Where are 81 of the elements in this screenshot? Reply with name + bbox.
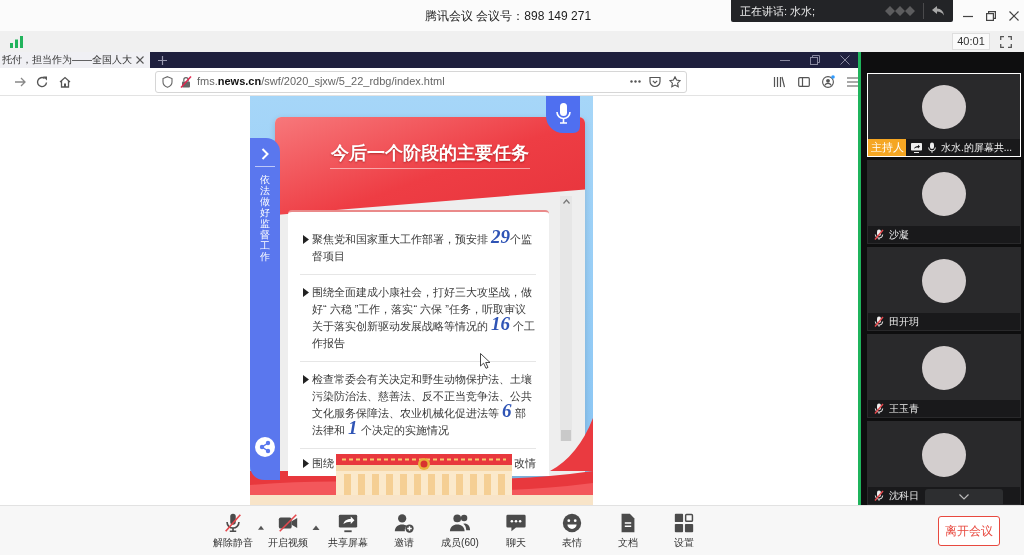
chevron-right-icon[interactable] xyxy=(261,148,269,160)
screen-share-icon xyxy=(337,512,359,534)
participant-tile[interactable]: 田开玥 xyxy=(867,247,1021,331)
pocket-icon[interactable] xyxy=(649,75,661,88)
unmute-button[interactable]: 解除静音 xyxy=(208,512,258,549)
lock-struck-icon[interactable] xyxy=(180,75,192,88)
invite-button[interactable]: 邀请 xyxy=(376,512,432,549)
task-text: 改情 xyxy=(514,456,536,471)
share-screen-button[interactable]: 共享屏幕 xyxy=(320,512,376,549)
restore-icon[interactable] xyxy=(810,55,820,65)
leave-meeting-button[interactable]: 离开会议 xyxy=(938,515,1000,546)
library-icon[interactable] xyxy=(773,75,785,88)
participant-name: 水水.的屏幕共... xyxy=(941,141,1013,155)
fullscreen-icon[interactable] xyxy=(1000,35,1012,48)
avatar xyxy=(922,433,966,477)
avatar xyxy=(922,85,966,129)
bullet-triangle-icon xyxy=(303,235,309,244)
mouse-pointer-icon xyxy=(480,353,491,369)
participant-name: 田开玥 xyxy=(889,315,919,329)
page-heading: 今后一个阶段的主要任务 xyxy=(331,142,529,164)
bullet-triangle-icon xyxy=(303,288,309,297)
close-icon[interactable] xyxy=(840,55,850,65)
chat-button[interactable]: 聊天 xyxy=(488,512,544,549)
scrollbar-track[interactable] xyxy=(560,196,572,441)
browser-tab[interactable]: 托付，担当作为——全国人大 xyxy=(0,52,150,68)
apps-grid-icon xyxy=(673,512,695,534)
sidebar-icon[interactable] xyxy=(798,75,810,88)
host-badge: 主持人 xyxy=(868,139,906,156)
start-video-button[interactable]: 开启视频 xyxy=(264,512,312,549)
documents-button[interactable]: 文档 xyxy=(600,512,656,549)
account-icon[interactable] xyxy=(822,75,835,88)
forward-arrow-icon[interactable] xyxy=(14,75,26,88)
restore-icon[interactable] xyxy=(986,10,996,21)
caret-up-icon[interactable] xyxy=(258,525,264,530)
chat-bubble-icon xyxy=(505,512,527,534)
shield-icon[interactable] xyxy=(162,75,173,88)
speaker-text: 正在讲话: 水水; xyxy=(740,3,816,19)
task-text: 围绕全面建成小康社会，打好三大攻坚战，做好“ 六稳 ”工作，落实“ 六保 ”任务，听取审议关于落实创新驱动发展战略等情况的 16 个工作报告 xyxy=(312,285,536,351)
participant-tile[interactable]: 王玉青 xyxy=(867,334,1021,418)
signal-icon xyxy=(10,35,23,48)
participant-tile[interactable]: 沈科日 xyxy=(867,421,1021,505)
participant-name: 沙凝 xyxy=(889,228,909,242)
avatar xyxy=(922,346,966,390)
side-tab[interactable]: 依法做好监督工作 xyxy=(250,138,280,480)
address-bar[interactable]: fms.news.cn/swf/2020_sjxw/5_22_rdbg/index.html xyxy=(155,70,687,93)
participant-tile[interactable]: 沙凝 xyxy=(867,160,1021,244)
bullet-triangle-icon xyxy=(303,375,309,384)
home-icon[interactable] xyxy=(59,75,71,88)
smiley-icon xyxy=(561,512,583,534)
task-text: 检查常委会有关决定和野生动物保护法、土壤污染防治法、慈善法、反不正当竞争法、公共文化服务保障法、农业机械化促进法等 6 部法律和 1 个决定的实施情况 xyxy=(312,372,533,439)
reactions-button[interactable]: 表情 xyxy=(544,512,600,549)
chevron-down-icon xyxy=(959,494,969,500)
avatar xyxy=(922,172,966,216)
url-text: fms.news.cn/swf/2020_sjxw/5_22_rdbg/index.html xyxy=(197,74,445,90)
diamonds-icon xyxy=(885,5,915,17)
people-icon xyxy=(449,512,471,534)
bullet-triangle-icon xyxy=(303,459,309,468)
task-text: 聚焦党和国家重大工作部署，预安排 29个监督项目 xyxy=(312,231,534,264)
participant-name: 王玉青 xyxy=(889,402,919,416)
add-person-icon xyxy=(393,512,415,534)
meeting-title: 腾讯会议 会议号：898 149 271 xyxy=(425,7,592,25)
participant-tile[interactable]: 主持人 水水.的屏幕共... xyxy=(867,73,1021,157)
close-icon[interactable] xyxy=(136,56,144,64)
side-tab-label: 依法做好监督工作 xyxy=(260,174,270,262)
members-button[interactable]: 成员(60) xyxy=(432,512,488,549)
plus-icon[interactable] xyxy=(158,55,167,65)
meeting-timer: 40:01 xyxy=(952,33,990,50)
reply-arrow-icon[interactable] xyxy=(932,6,944,16)
close-icon[interactable] xyxy=(1009,10,1019,21)
task-text: 围绕 xyxy=(312,456,334,471)
settings-button[interactable]: 设置 xyxy=(656,512,712,549)
caret-up-icon[interactable] xyxy=(562,199,570,204)
avatar xyxy=(922,259,966,303)
star-icon[interactable] xyxy=(669,75,681,88)
microphone-icon[interactable] xyxy=(546,96,580,133)
share-icon[interactable] xyxy=(255,437,275,457)
caret-up-icon[interactable] xyxy=(312,525,320,530)
participant-name: 沈科日 xyxy=(889,489,919,503)
reload-icon[interactable] xyxy=(36,75,48,88)
more-dots-icon[interactable] xyxy=(630,80,641,83)
scrollbar-thumb[interactable] xyxy=(561,430,571,441)
